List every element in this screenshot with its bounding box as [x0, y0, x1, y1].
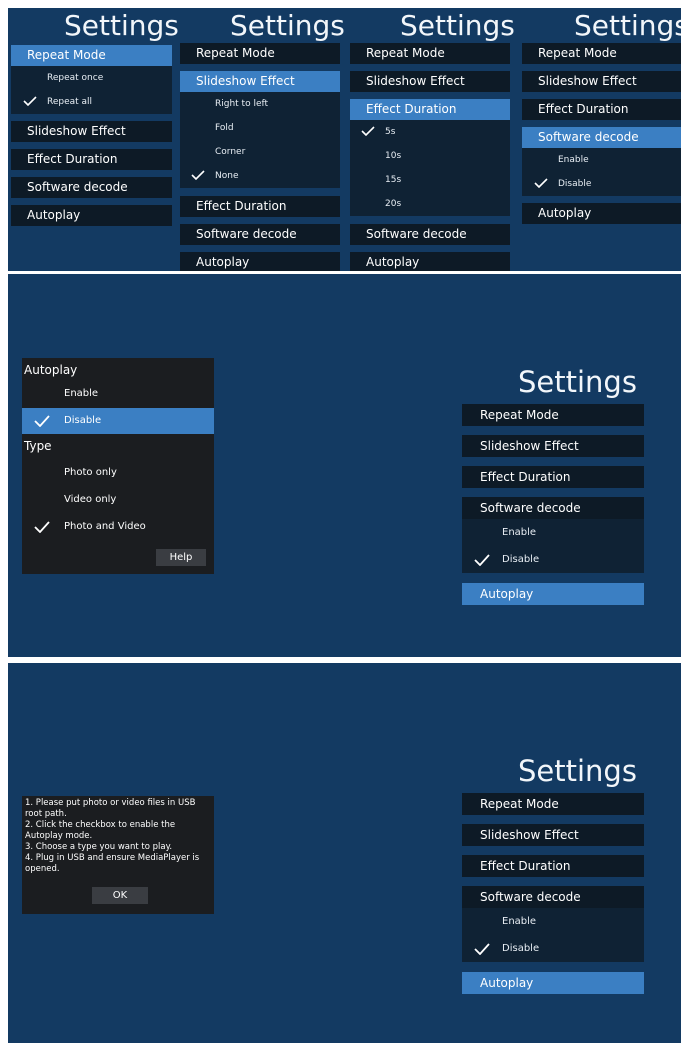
option-autoplay-disable-row[interactable]	[22, 408, 214, 434]
check-icon	[34, 415, 50, 427]
help-button[interactable]: Help	[156, 549, 206, 566]
menu-item-effect-duration[interactable]: Effect Duration	[180, 196, 340, 217]
option-repeat-all[interactable]: Repeat all	[47, 96, 92, 108]
help-dialog: 1. Please put photo or video files in US…	[22, 796, 214, 914]
autoplay-label: Autoplay	[24, 363, 78, 377]
option-disable[interactable]: Disable	[558, 178, 591, 190]
menu-item-effect-duration[interactable]: Effect Duration	[462, 855, 644, 877]
help-line: root path.	[25, 809, 67, 819]
option-right-to-left[interactable]: Right to left	[215, 98, 268, 110]
menu-item-autoplay[interactable]: Autoplay	[462, 972, 644, 994]
menu-item-effect-duration[interactable]: Effect Duration	[462, 466, 644, 488]
settings-title: Settings	[230, 9, 345, 42]
option-fold[interactable]: Fold	[215, 122, 234, 134]
menu-item-software-decode[interactable]: Software decode	[180, 224, 340, 245]
menu-item-software-decode[interactable]: Software decode	[350, 224, 510, 245]
middle-screen: Autoplay Enable Disable Type Photo only …	[8, 274, 681, 657]
menu-item-slideshow-effect[interactable]: Slideshow Effect	[462, 435, 644, 457]
effect-duration-submenu: 5s 10s 15s 20s	[350, 120, 510, 216]
option-autoplay-disable[interactable]: Disable	[64, 411, 101, 431]
check-icon	[23, 96, 37, 106]
option-enable[interactable]: Enable	[502, 527, 536, 539]
menu-item-effect-duration[interactable]: Effect Duration	[11, 149, 172, 170]
autoplay-dialog: Autoplay Enable Disable Type Photo only …	[22, 358, 214, 574]
bottom-screen: 1. Please put photo or video files in US…	[8, 663, 681, 1043]
check-icon	[34, 521, 50, 533]
software-decode-submenu: Enable Disable	[522, 148, 681, 196]
check-icon	[361, 126, 375, 136]
option-repeat-once[interactable]: Repeat once	[47, 72, 103, 84]
settings-title: Settings	[64, 9, 179, 42]
menu-item-slideshow-effect[interactable]: Slideshow Effect	[180, 71, 340, 92]
option-photo-only[interactable]: Photo only	[64, 463, 117, 483]
menu-item-repeat-mode[interactable]: Repeat Mode	[462, 793, 644, 815]
menu-item-slideshow-effect[interactable]: Slideshow Effect	[462, 824, 644, 846]
option-15s[interactable]: 15s	[385, 174, 401, 186]
menu-item-software-decode[interactable]: Software decode	[462, 886, 644, 908]
option-disable[interactable]: Disable	[502, 943, 539, 955]
menu-item-autoplay[interactable]: Autoplay	[11, 205, 172, 226]
settings-title: Settings	[518, 754, 637, 788]
option-20s[interactable]: 20s	[385, 198, 401, 210]
option-10s[interactable]: 10s	[385, 150, 401, 162]
option-corner[interactable]: Corner	[215, 146, 245, 158]
check-icon	[534, 178, 548, 188]
menu-item-repeat-mode[interactable]: Repeat Mode	[180, 43, 340, 64]
type-label: Type	[24, 439, 52, 453]
option-enable[interactable]: Enable	[558, 154, 589, 166]
settings-title: Settings	[574, 9, 681, 42]
ok-button[interactable]: OK	[92, 887, 148, 904]
option-none[interactable]: None	[215, 170, 238, 182]
help-line: Autoplay mode.	[25, 831, 93, 841]
menu-item-repeat-mode[interactable]: Repeat Mode	[522, 43, 681, 64]
menu-item-software-decode[interactable]: Software decode	[522, 127, 681, 148]
option-enable[interactable]: Enable	[502, 916, 536, 928]
check-icon	[474, 943, 490, 955]
help-line: 3. Choose a type you want to play.	[25, 842, 173, 852]
menu-item-repeat-mode[interactable]: Repeat Mode	[462, 404, 644, 426]
check-icon	[191, 170, 205, 180]
menu-item-autoplay[interactable]: Autoplay	[522, 203, 681, 224]
check-icon	[474, 554, 490, 566]
option-disable[interactable]: Disable	[502, 554, 539, 566]
software-decode-submenu: Enable Disable	[462, 908, 644, 962]
menu-item-repeat-mode[interactable]: Repeat Mode	[350, 43, 510, 64]
option-5s[interactable]: 5s	[385, 126, 395, 138]
help-line: opened.	[25, 864, 60, 874]
option-autoplay-enable[interactable]: Enable	[64, 384, 98, 404]
menu-item-slideshow-effect[interactable]: Slideshow Effect	[11, 121, 172, 142]
menu-item-slideshow-effect[interactable]: Slideshow Effect	[522, 71, 681, 92]
settings-title: Settings	[518, 365, 637, 399]
slideshow-effect-submenu: Right to left Fold Corner None	[180, 92, 340, 188]
option-photo-and-video[interactable]: Photo and Video	[64, 517, 146, 537]
menu-item-effect-duration[interactable]: Effect Duration	[522, 99, 681, 120]
menu-item-repeat-mode[interactable]: Repeat Mode	[11, 45, 172, 66]
menu-item-autoplay[interactable]: Autoplay	[462, 583, 644, 605]
menu-item-software-decode[interactable]: Software decode	[11, 177, 172, 198]
help-line: 1. Please put photo or video files in US…	[25, 798, 196, 808]
software-decode-submenu: Enable Disable	[462, 519, 644, 573]
menu-item-autoplay[interactable]: Autoplay	[180, 252, 340, 271]
menu-item-slideshow-effect[interactable]: Slideshow Effect	[350, 71, 510, 92]
help-line: 4. Plug in USB and ensure MediaPlayer is	[25, 853, 200, 863]
menu-item-effect-duration[interactable]: Effect Duration	[350, 99, 510, 120]
top-screen: Settings Repeat Mode Repeat once Repeat …	[8, 8, 681, 271]
menu-item-software-decode[interactable]: Software decode	[462, 497, 644, 519]
settings-title: Settings	[400, 9, 515, 42]
option-video-only[interactable]: Video only	[64, 490, 116, 510]
menu-item-autoplay[interactable]: Autoplay	[350, 252, 510, 271]
repeat-mode-submenu: Repeat once Repeat all	[11, 66, 172, 114]
help-line: 2. Click the checkbox to enable the	[25, 820, 176, 830]
